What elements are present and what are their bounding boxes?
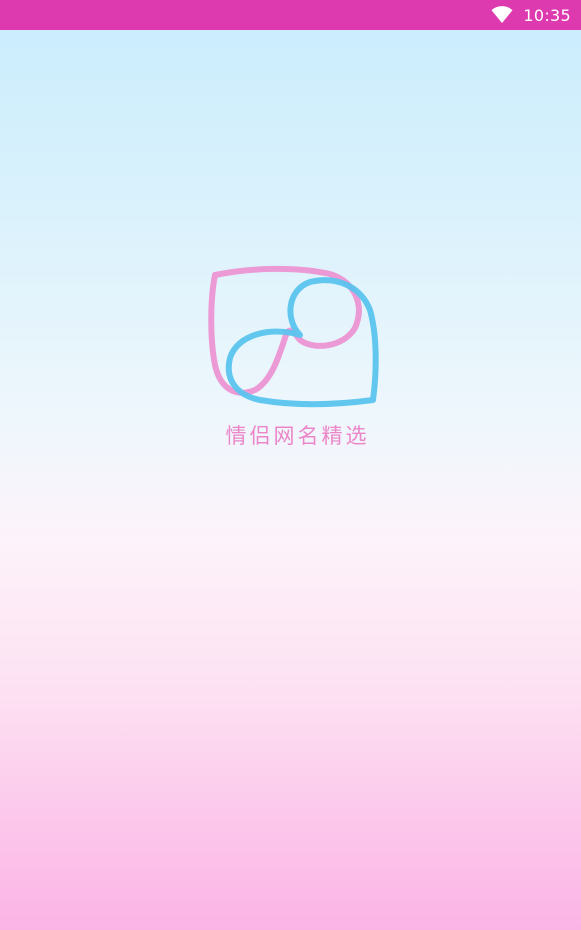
app-name: 情侣网名精选 <box>225 424 370 448</box>
double-heart-logo-icon <box>208 265 379 408</box>
splash-screen: 情侣网名精选 <box>0 0 581 930</box>
